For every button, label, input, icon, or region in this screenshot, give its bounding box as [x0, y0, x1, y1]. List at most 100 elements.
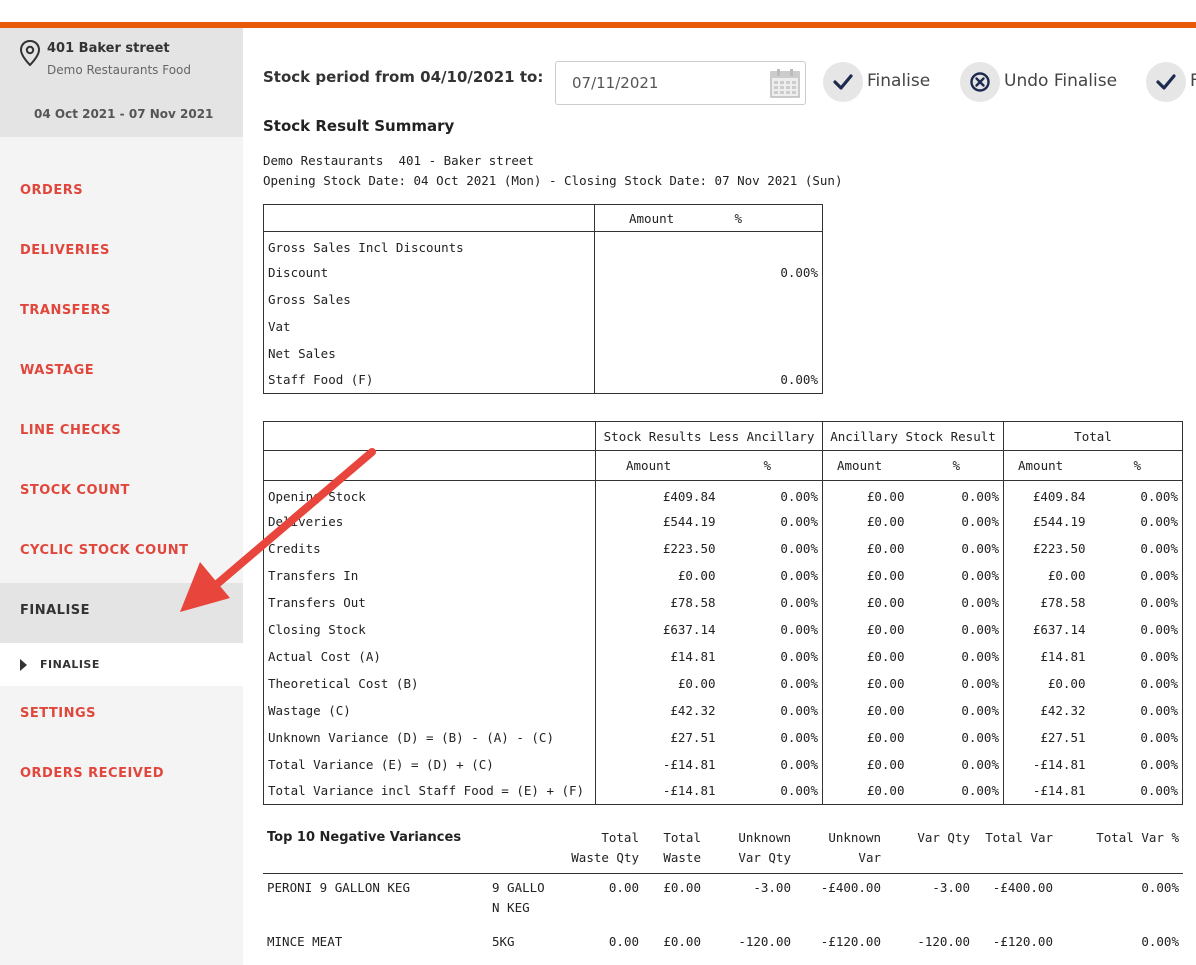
table-cell [595, 286, 705, 313]
table-row: Total Variance incl Staff Food = (E) + (… [263, 777, 1183, 805]
table-cell: 0.00% [723, 723, 823, 751]
table-cell: -120.00 [917, 934, 970, 949]
table-header-cell: Total Var [974, 828, 1057, 874]
table-cell: 0.00% [723, 669, 823, 697]
table-cell: 0.00% [1140, 567, 1178, 583]
table-cell: £0.00 [866, 621, 905, 637]
table-cell: £637.14 [662, 621, 716, 637]
undo-finalise-button[interactable]: Undo Finalise [960, 62, 1120, 102]
table-cell: 0.00% [1140, 675, 1178, 691]
table-cell: 0.00% [780, 372, 818, 388]
table-cell: -£14.81 [1032, 756, 1086, 772]
table-cell: Gross Sales [263, 285, 595, 313]
table-cell: £42.32 [1040, 702, 1086, 718]
table-cell: £0.00 [866, 488, 905, 504]
table-header-row: Amount % Amount % Amount % [263, 450, 1183, 481]
table-cell: -£14.81 [1032, 783, 1086, 799]
table-cell: Wastage (C) [263, 696, 596, 724]
location-name: 401 Baker street [47, 41, 170, 56]
table-cell [595, 367, 705, 394]
sidebar-subitem-finalise[interactable]: FINALISE [0, 643, 243, 686]
table-header-cell: Var Qty [885, 828, 974, 874]
sales-table: Amount % Gross Sales Incl Discounts Disc… [263, 204, 823, 394]
summary-title: Stock Result Summary [263, 117, 455, 135]
finalise-button[interactable]: Finalise [823, 62, 933, 102]
table-cell: £27.51 [670, 729, 716, 745]
table-header-row: Amount % [263, 204, 823, 232]
table-cell: 0.00% [723, 561, 823, 589]
table-header-cell: Total [1003, 421, 1183, 451]
cancel-circle-icon [960, 62, 1000, 102]
sidebar-item-orders[interactable]: ORDERS [0, 162, 243, 220]
undo-finalise-label: Undo Finalise [1004, 71, 1118, 91]
annotation-arrow-icon [180, 448, 376, 612]
table-cell: 0.00% [912, 777, 1004, 805]
calendar-icon[interactable] [770, 68, 800, 98]
table-row: Transfers In £0.00 0.00% £0.00 0.00% £0.00 0.0… [263, 561, 1183, 589]
table-cell: £27.51 [1040, 729, 1086, 745]
table-cell: 5KG [492, 934, 515, 949]
table-header-cell: Total Waste Qty [558, 828, 643, 874]
table-row: Net Sales [263, 339, 823, 367]
table-cell: MINCE MEAT [267, 934, 343, 949]
table-cell: £409.84 [1032, 488, 1086, 504]
table-cell: 0.00% [912, 669, 1004, 697]
table-cell: Actual Cost (A) [263, 642, 596, 670]
table-cell: 0.00% [1140, 783, 1178, 799]
table-row: Gross Sales [263, 285, 823, 313]
finalise-label: Finalise [867, 71, 931, 91]
sidebar-item-settings[interactable]: SETTINGS [0, 685, 243, 743]
table-cell: £637.14 [1032, 621, 1086, 637]
sidebar-item-orders-received[interactable]: ORDERS RECEIVED [0, 745, 243, 803]
sidebar-item-transfers[interactable]: TRANSFERS [0, 282, 243, 340]
table-cell: -£14.81 [662, 783, 716, 799]
table-cell: £0.00 [866, 675, 905, 691]
table-cell: 0.00% [1140, 729, 1178, 745]
table-cell: 0.00% [1140, 513, 1178, 529]
sidebar-item-deliveries[interactable]: DELIVERIES [0, 222, 243, 280]
check-icon [823, 62, 863, 102]
table-cell: 0.00 [608, 934, 639, 949]
table-cell: -£120.00 [992, 934, 1053, 949]
table-cell: £0.00 [866, 648, 905, 664]
table-cell: 0.00% [723, 615, 823, 643]
table-row: MINCE MEAT 5KG 0.00 £0.00 -120.00 -£120.… [263, 918, 1183, 952]
table-cell: 0.00% [912, 561, 1004, 589]
table-header-cell: Total Var % [1057, 828, 1183, 874]
sidebar-subitem-label: FINALISE [40, 658, 100, 671]
table-cell: 0.00% [723, 480, 823, 508]
table-cell: 0.00% [912, 723, 1004, 751]
table-header-cell: Amount [594, 204, 705, 232]
table-cell: £0.00 [1047, 567, 1086, 583]
table-row: Gross Sales Incl Discounts [263, 231, 823, 259]
third-action-button[interactable]: F [1146, 62, 1196, 102]
table-row: Theoretical Cost (B) £0.00 0.00% £0.00 0.00%… [263, 669, 1183, 697]
table-cell: Total Variance incl Staff Food = (E) + (… [263, 777, 596, 805]
table-cell: £0.00 [677, 567, 716, 583]
table-cell: £0.00 [1047, 675, 1086, 691]
stock-period-label: Stock period from 04/10/2021 to: [263, 68, 544, 86]
table-cell [705, 340, 823, 367]
table-cell: -120.00 [738, 934, 791, 949]
table-row: PERONI 9 GALLON KEG 9 GALLO N KEG 0.00 £… [263, 874, 1183, 919]
table-cell: £0.00 [866, 756, 905, 772]
table-cell: Theoretical Cost (B) [263, 669, 596, 697]
closing-date-input[interactable]: 07/11/2021 [555, 61, 806, 105]
table-row: Credits £223.50 0.00% £0.00 0.00% £223.50 0.00… [263, 534, 1183, 562]
table-cell: 0.00% [723, 534, 823, 562]
sidebar-item-wastage[interactable]: WASTAGE [0, 342, 243, 400]
table-cell: 0.00% [723, 642, 823, 670]
table-cell: 0.00% [1140, 488, 1178, 504]
table-cell: 0.00% [912, 588, 1004, 616]
table-cell: 0.00% [912, 480, 1004, 508]
table-cell: 0.00% [780, 264, 818, 280]
table-header-cell: Unknown Var [795, 828, 885, 874]
table-row: Deliveries £544.19 0.00% £0.00 0.00% £544.19 0… [263, 507, 1183, 535]
table-header-row: Top 10 Negative Variances Total Waste Qt… [263, 828, 1183, 874]
table-cell: £223.50 [662, 540, 716, 556]
caret-right-icon [20, 659, 27, 671]
location-panel[interactable]: 401 Baker street Demo Restaurants Food 0… [0, 28, 243, 137]
table-cell: £14.81 [1040, 648, 1086, 664]
table-cell: Vat [263, 312, 595, 340]
table-cell: £223.50 [1032, 540, 1086, 556]
